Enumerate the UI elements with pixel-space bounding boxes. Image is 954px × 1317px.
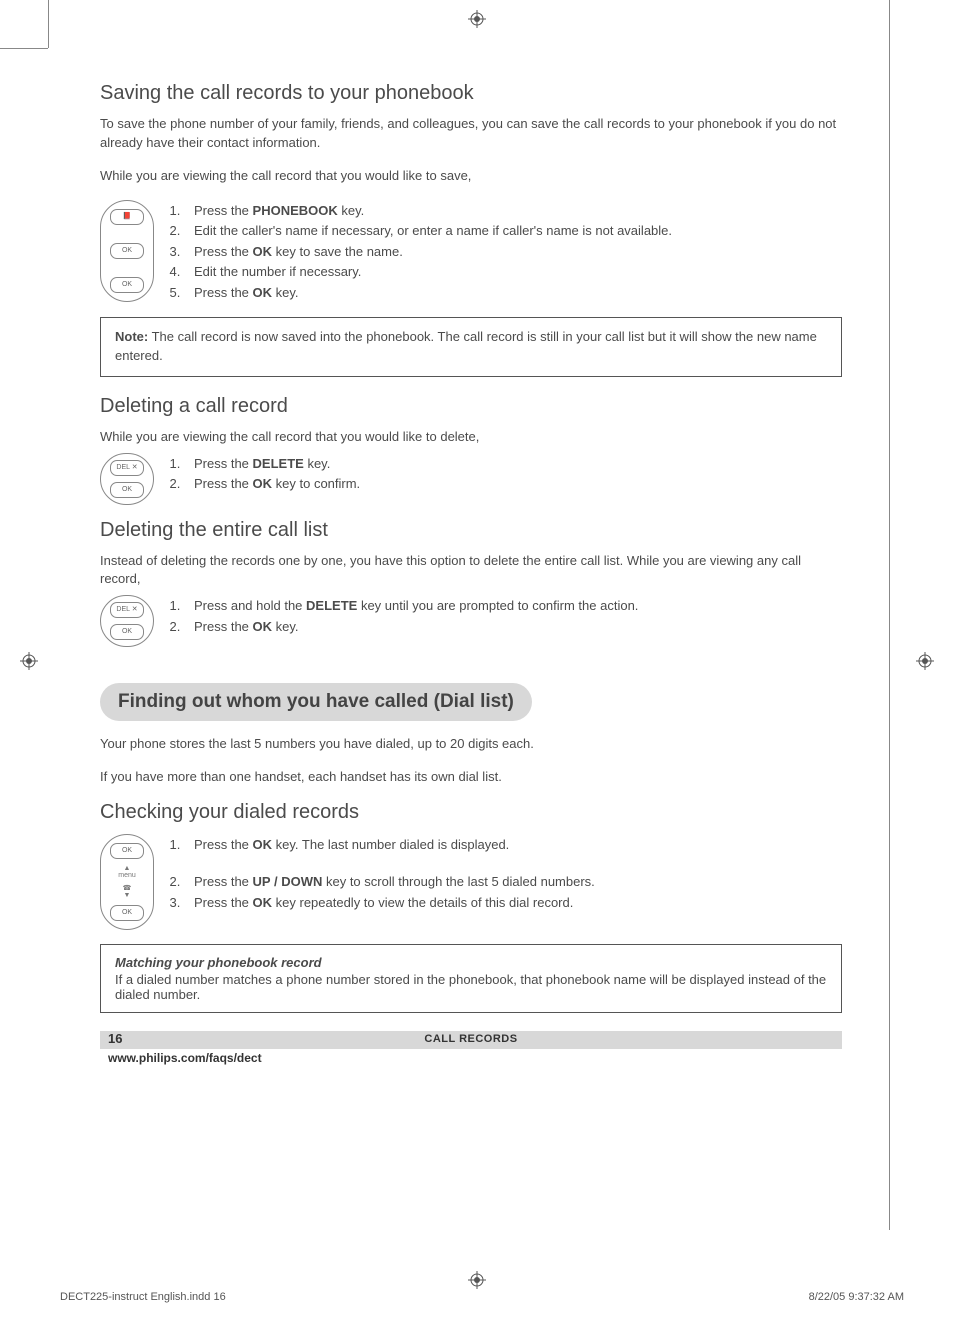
key-diagram: 📕 OK OK <box>100 200 154 302</box>
info-box-title: Matching your phonebook record <box>115 955 827 970</box>
step-list: Press and hold the DELETE key until you … <box>166 595 638 637</box>
registration-mark-icon <box>468 1271 486 1289</box>
up-menu-key-icon: ▲ menu <box>118 865 136 879</box>
paragraph: If you have more than one handset, each … <box>100 768 842 787</box>
delete-key-icon: DEL ✕ <box>110 460 144 476</box>
ok-key-icon: OK <box>110 482 144 498</box>
step-item: Press and hold the DELETE key until you … <box>184 596 638 616</box>
step-item: Press the OK key to confirm. <box>184 474 360 494</box>
note-box: Note: The call record is now saved into … <box>100 317 842 377</box>
indesign-slug: DECT225-instruct English.indd 16 8/22/05… <box>60 1291 904 1303</box>
crop-mark-top <box>0 48 48 49</box>
step-item: Press the OK key. The last number dialed… <box>184 835 595 855</box>
crop-mark-right <box>889 0 890 1230</box>
down-phone-key-icon: ☎ ▼ <box>123 885 132 899</box>
key-diagram: DEL ✕ OK <box>100 595 154 647</box>
key-diagram: DEL ✕ OK <box>100 453 154 505</box>
step-block: DEL ✕ OK Press the DELETE key. Press the… <box>100 453 842 505</box>
footer-strip: 16 CALL RECORDS <box>100 1031 842 1049</box>
step-list: Press the OK key. The last number dialed… <box>166 834 595 914</box>
registration-mark-icon <box>20 652 38 670</box>
ok-key-icon: OK <box>110 277 144 293</box>
step-item: Edit the number if necessary. <box>184 262 672 282</box>
step-item: Press the OK key to save the name. <box>184 242 672 262</box>
phonebook-key-icon: 📕 <box>110 209 144 225</box>
footer-bar: 16 CALL RECORDS www.philips.com/faqs/dec… <box>100 1031 842 1065</box>
ok-key-icon: OK <box>110 905 144 921</box>
band-heading-dial-list: Finding out whom you have called (Dial l… <box>100 683 532 721</box>
ok-key-icon: OK <box>110 843 144 859</box>
footer-title: CALL RECORDS <box>424 1033 517 1045</box>
section-heading-delete-list: Deleting the entire call list <box>100 519 842 542</box>
step-item: Press the UP / DOWN key to scroll throug… <box>184 872 595 892</box>
step-list: Press the DELETE key. Press the OK key t… <box>166 453 360 495</box>
section-heading-saving: Saving the call records to your phoneboo… <box>100 82 842 105</box>
registration-mark-icon <box>916 652 934 670</box>
ok-key-icon: OK <box>110 243 144 259</box>
info-box-body: If a dialed number matches a phone numbe… <box>115 972 827 1002</box>
step-item: Press the DELETE key. <box>184 454 360 474</box>
registration-mark-icon <box>468 10 486 28</box>
step-item: Press the OK key. <box>184 617 638 637</box>
footer-url: www.philips.com/faqs/dect <box>100 1051 842 1065</box>
paragraph: While you are viewing the call record th… <box>100 428 842 447</box>
step-item: Press the PHONEBOOK key. <box>184 201 672 221</box>
step-list: Press the PHONEBOOK key. Edit the caller… <box>166 200 672 304</box>
step-block: DEL ✕ OK Press and hold the DELETE key u… <box>100 595 842 647</box>
step-block: OK ▲ menu ☎ ▼ OK Press the OK key. The l… <box>100 834 842 930</box>
delete-key-icon: DEL ✕ <box>110 602 144 618</box>
note-label: Note: <box>115 329 148 344</box>
indd-timestamp: 8/22/05 9:37:32 AM <box>809 1291 904 1303</box>
page-content: Saving the call records to your phoneboo… <box>100 82 842 1065</box>
paragraph: Instead of deleting the records one by o… <box>100 552 842 590</box>
section-heading-delete-record: Deleting a call record <box>100 395 842 418</box>
indd-filename: DECT225-instruct English.indd 16 <box>60 1291 226 1303</box>
section-heading-checking-dialed: Checking your dialed records <box>100 801 842 824</box>
paragraph: Your phone stores the last 5 numbers you… <box>100 735 842 754</box>
ok-key-icon: OK <box>110 624 144 640</box>
page-number: 16 <box>108 1031 122 1046</box>
step-block: 📕 OK OK Press the PHONEBOOK key. Edit th… <box>100 200 842 304</box>
step-item: Press the OK key repeatedly to view the … <box>184 893 595 913</box>
info-box-matching: Matching your phonebook record If a dial… <box>100 944 842 1013</box>
key-diagram: OK ▲ menu ☎ ▼ OK <box>100 834 154 930</box>
crop-mark-left <box>48 0 49 48</box>
step-item: Edit the caller's name if necessary, or … <box>184 221 672 241</box>
paragraph: While you are viewing the call record th… <box>100 167 842 186</box>
step-item: Press the OK key. <box>184 283 672 303</box>
paragraph: To save the phone number of your family,… <box>100 115 842 153</box>
note-text: The call record is now saved into the ph… <box>115 329 817 363</box>
